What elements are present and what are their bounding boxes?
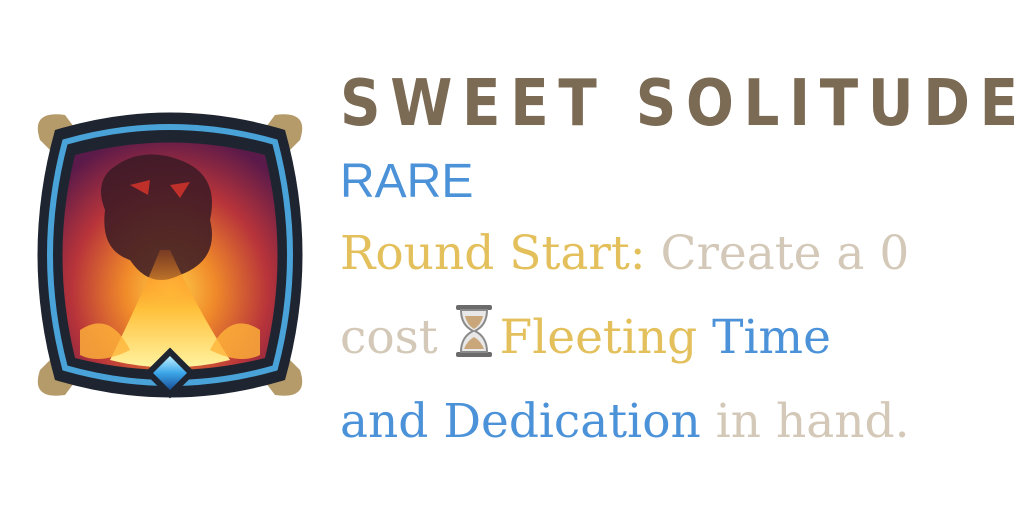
description-text: Create a 0 (645, 226, 910, 281)
card-text: SWEET SOLITUDE RARE Round Start: Create … (340, 58, 1024, 464)
description-text: cost (340, 310, 438, 365)
relic-portrait-icon (20, 100, 320, 410)
description-text: in hand. (700, 394, 910, 449)
description-line-3: and Dedication in hand. (340, 380, 1010, 464)
relic-card: SWEET SOLITUDE RARE Round Start: Create … (0, 0, 1024, 512)
card-title: SWEET SOLITUDE (340, 67, 1024, 141)
card-description: Round Start: Create a 0 cost Fleeting Tim… (340, 212, 1010, 464)
card-link-dedication[interactable]: and Dedication (340, 394, 701, 449)
rarity-label: RARE (340, 155, 474, 208)
description-line-2: cost Fleeting Time (340, 296, 1010, 380)
description-line-1: Round Start: Create a 0 (340, 212, 1010, 296)
keyword-round-start: Round Start: (340, 226, 646, 281)
card-link-time[interactable]: Time (712, 310, 831, 365)
hourglass-icon (454, 302, 494, 358)
keyword-fleeting[interactable]: Fleeting (500, 310, 698, 365)
